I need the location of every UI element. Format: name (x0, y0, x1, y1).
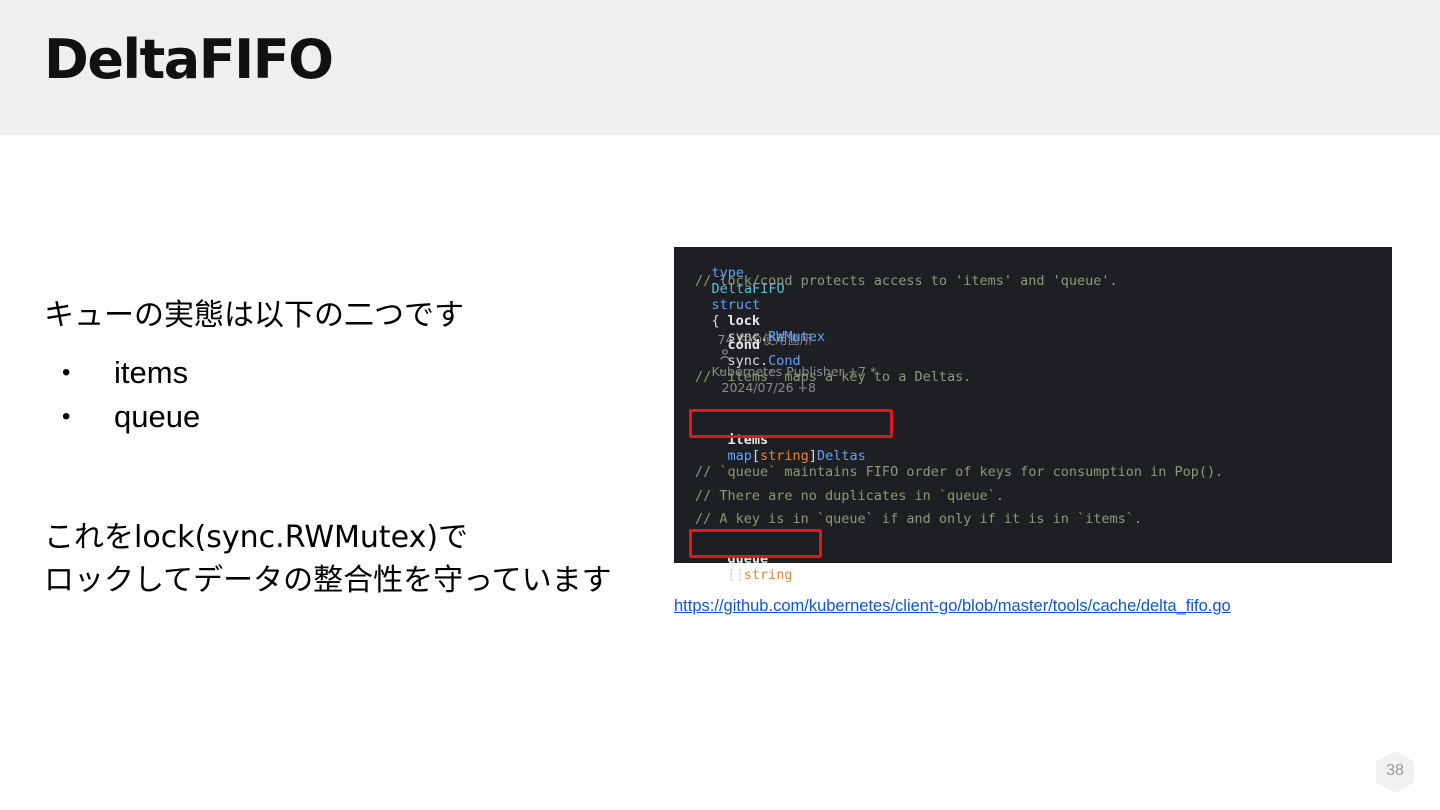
items-highlight-box (689, 409, 893, 438)
code-bracket: [] (727, 567, 744, 583)
bullet-list: • items • queue (62, 351, 200, 439)
code-comment: // lock/cond protects access to 'items' … (695, 273, 1118, 289)
code-package: sync. (727, 353, 769, 369)
code-bracket: [ (751, 448, 761, 464)
bullet-items: items (114, 355, 189, 390)
explanation-line-2: ロックしてデータの整合性を守っています (44, 563, 612, 598)
list-item: • queue (62, 395, 200, 439)
title-bar: DeltaFIFO (0, 0, 1440, 135)
code-type: Cond (768, 353, 801, 369)
page-number: 38 (1386, 762, 1404, 779)
bullet-icon: • (62, 403, 71, 430)
code-type: Deltas (816, 448, 866, 464)
bullet-queue: queue (114, 399, 201, 434)
code-screenshot: type DeltaFIFO struct { 74 件の使用箇所 Kubern… (674, 247, 1392, 583)
explanation-line-1: これをlock(sync.RWMutex)で (44, 520, 469, 555)
code-comment: // There are no duplicates in `queue`. (695, 488, 1004, 504)
source-link[interactable]: https://github.com/kubernetes/client-go/… (674, 597, 1231, 616)
queue-highlight-box (689, 529, 822, 558)
code-comment: // A key is in `queue` if and only if it… (695, 511, 1143, 527)
intro-text: キューの実態は以下の二つです (44, 298, 464, 333)
list-item: • items (62, 351, 200, 395)
code-bracket: ] (808, 448, 817, 464)
bullet-icon: • (62, 359, 71, 386)
code-builtin-type: string (760, 448, 809, 464)
explanation-text: これをlock(sync.RWMutex)で ロックしてデータの整合性を守ってい… (44, 516, 612, 602)
page-number-badge: 38 (1375, 750, 1415, 794)
code-comment: // `items` maps a key to a Deltas. (695, 369, 972, 385)
code-builtin-type: string (743, 567, 793, 583)
code-keyword: map (727, 448, 752, 464)
slide-title: DeltaFIFO (44, 28, 334, 91)
code-comment: // `queue` maintains FIFO order of keys … (695, 464, 1224, 480)
code-field: cond (727, 337, 761, 353)
